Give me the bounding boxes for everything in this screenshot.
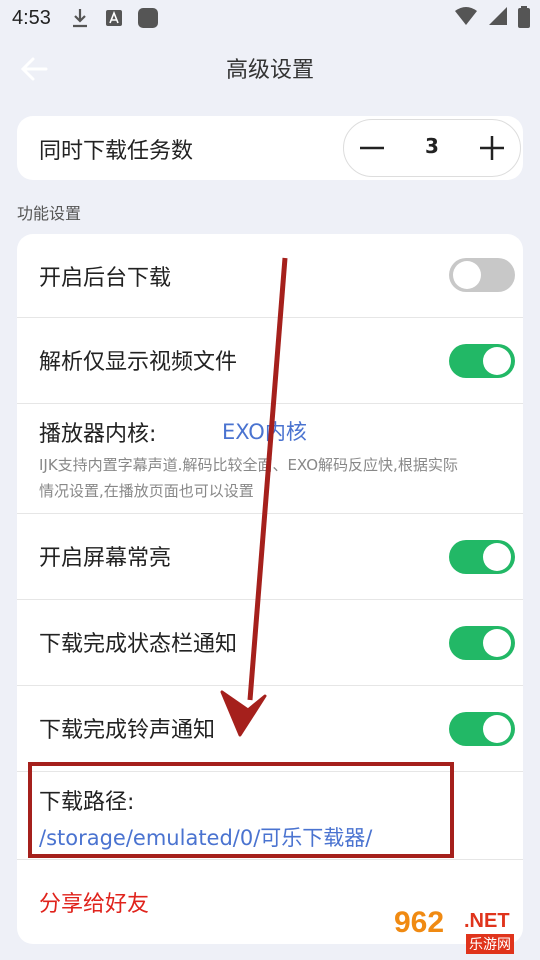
increment-button[interactable] (474, 130, 510, 166)
wifi-icon (454, 6, 478, 33)
screen-on-toggle[interactable] (449, 540, 515, 574)
video-only-toggle[interactable] (449, 344, 515, 378)
watermark-site: 乐游网 (466, 934, 514, 954)
screen-on-row[interactable]: 开启屏幕常亮 (17, 514, 523, 600)
app-square-icon (137, 7, 159, 29)
watermark-number: 962 (394, 906, 445, 939)
ring-notify-row[interactable]: 下载完成铃声通知 (17, 686, 523, 772)
player-core-label: 播放器内核: (39, 422, 157, 447)
annotation-highlight-box (28, 762, 454, 858)
status-time: 4:53 (12, 6, 51, 29)
player-core-value[interactable]: EXO内核 (222, 416, 307, 446)
background-download-toggle[interactable] (449, 258, 515, 292)
signal-icon (488, 6, 508, 33)
status-notify-row[interactable]: 下载完成状态栏通知 (17, 600, 523, 686)
battery-icon (518, 6, 530, 33)
concurrent-tasks-label: 同时下载任务数 (39, 139, 194, 164)
background-download-row[interactable]: 开启后台下载 (17, 234, 523, 318)
screen-on-label: 开启屏幕常亮 (39, 546, 172, 571)
ring-notify-label: 下载完成铃声通知 (39, 718, 216, 743)
ring-notify-toggle[interactable] (449, 712, 515, 746)
status-notify-label: 下载完成状态栏通知 (39, 632, 238, 657)
app-notification-icon (103, 7, 125, 29)
concurrent-tasks-card: 同时下载任务数 3 (17, 116, 523, 180)
player-core-row[interactable]: 播放器内核: EXO内核 IJK支持内置字幕声道.解码比较全面、EXO解码反应快… (17, 404, 523, 514)
watermark-suffix: .NET (464, 910, 510, 932)
player-core-description: IJK支持内置字幕声道.解码比较全面、EXO解码反应快,根据实际情况设置,在播放… (39, 456, 458, 500)
video-only-row[interactable]: 解析仅显示视频文件 (17, 318, 523, 404)
status-bar: 4:53 (0, 0, 540, 36)
concurrent-tasks-stepper: 3 (343, 119, 521, 177)
download-icon (69, 7, 91, 29)
status-notify-toggle[interactable] (449, 626, 515, 660)
video-only-label: 解析仅显示视频文件 (39, 350, 238, 375)
app-bar: 高级设置 (0, 40, 540, 98)
share-button[interactable]: 分享给好友 (39, 886, 149, 918)
background-download-label: 开启后台下载 (39, 266, 172, 291)
page-title: 高级设置 (225, 58, 314, 83)
watermark-logo: 962 .NET 乐游网 (394, 906, 534, 954)
plus-icon (474, 136, 510, 170)
section-label: 功能设置 (17, 204, 82, 223)
